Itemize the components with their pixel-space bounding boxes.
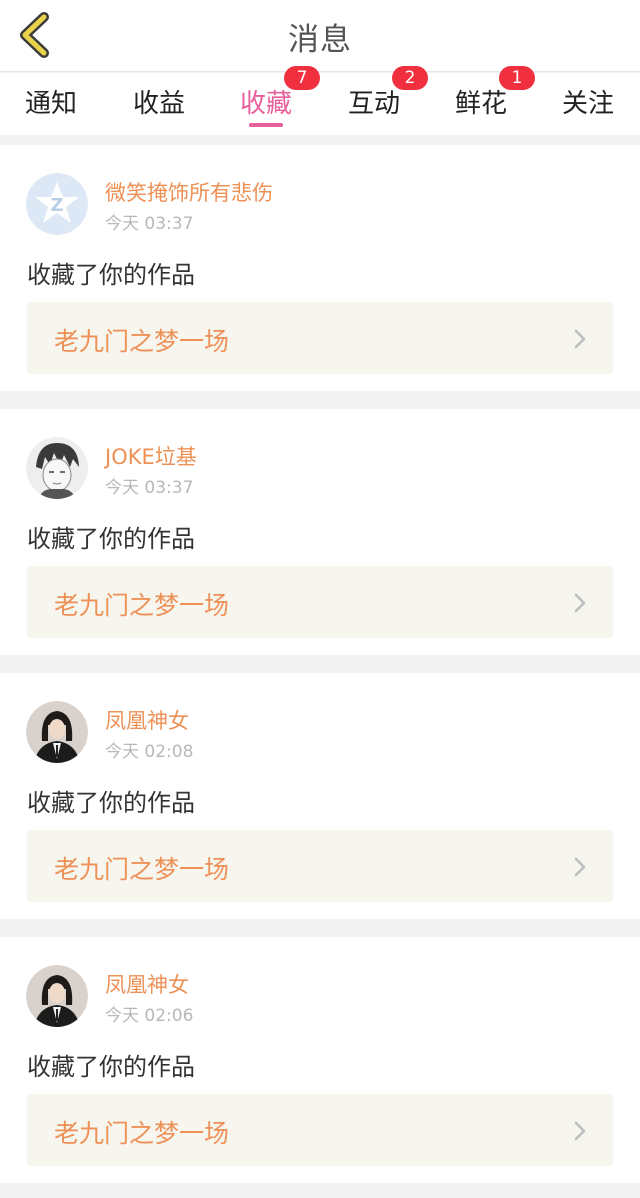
username[interactable]: 凤凰神女	[105, 969, 189, 999]
tab-badge: 7	[284, 66, 320, 90]
username[interactable]: 凤凰神女	[105, 705, 189, 735]
work-link[interactable]: 老九门之梦一场	[27, 566, 613, 638]
message-card: Z 微笑掩饰所有悲伤 今天 03:37 收藏了你的作品 老九门之梦一场	[0, 145, 640, 391]
timestamp: 今天 03:37	[105, 478, 194, 498]
photo-portrait-avatar	[26, 701, 88, 763]
work-title: 老九门之梦一场	[54, 855, 230, 884]
action-text: 收藏了你的作品	[27, 261, 195, 289]
tab-badge: 2	[392, 66, 428, 90]
tab-earnings[interactable]: 收益	[105, 73, 213, 135]
tab-bar: 通知 收益 收藏 7 互动 2 鲜花 1 关注	[0, 66, 640, 135]
active-tab-indicator	[249, 123, 283, 127]
work-link[interactable]: 老九门之梦一场	[27, 302, 613, 374]
page-title: 消息	[288, 22, 352, 58]
default-avatar-icon: Z	[26, 173, 88, 235]
timestamp: 今天 03:37	[105, 214, 194, 234]
message-card: JOKE垃基 今天 03:37 收藏了你的作品 老九门之梦一场	[0, 409, 640, 655]
svg-text:Z: Z	[50, 195, 63, 216]
work-title: 老九门之梦一场	[54, 327, 230, 356]
action-text: 收藏了你的作品	[27, 1053, 195, 1081]
username[interactable]: 微笑掩饰所有悲伤	[105, 177, 273, 207]
sketch-portrait-avatar	[26, 437, 88, 499]
timestamp: 今天 02:06	[105, 1006, 194, 1026]
tab-label: 收益	[132, 89, 185, 119]
work-link[interactable]: 老九门之梦一场	[27, 1094, 613, 1166]
chevron-right-icon	[574, 329, 586, 349]
work-link[interactable]: 老九门之梦一场	[27, 830, 613, 902]
message-card: 凤凰神女 今天 02:06 收藏了你的作品 老九门之梦一场	[0, 937, 640, 1183]
tab-badge: 1	[499, 66, 535, 90]
chevron-right-icon	[574, 1121, 586, 1141]
work-title: 老九门之梦一场	[54, 591, 230, 620]
tab-flowers[interactable]: 鲜花 1	[427, 66, 535, 135]
work-title: 老九门之梦一场	[54, 1119, 230, 1148]
timestamp: 今天 02:08	[105, 742, 194, 762]
avatar[interactable]: Z	[26, 173, 88, 235]
chevron-right-icon	[574, 593, 586, 613]
tab-favorites[interactable]: 收藏 7	[212, 66, 320, 135]
action-text: 收藏了你的作品	[27, 525, 195, 553]
tab-label: 通知	[24, 89, 77, 119]
avatar[interactable]	[26, 701, 88, 763]
avatar[interactable]	[26, 437, 88, 499]
action-text: 收藏了你的作品	[27, 789, 195, 817]
tab-interactions[interactable]: 互动 2	[320, 66, 428, 135]
tab-notifications[interactable]: 通知	[0, 73, 105, 135]
username[interactable]: JOKE垃基	[105, 441, 197, 471]
avatar[interactable]	[26, 965, 88, 1027]
message-card: 凤凰神女 今天 02:08 收藏了你的作品 老九门之梦一场	[0, 673, 640, 919]
chevron-right-icon	[574, 857, 586, 877]
photo-portrait-avatar	[26, 965, 88, 1027]
tab-label: 关注	[561, 89, 614, 119]
tab-follows[interactable]: 关注	[534, 73, 640, 135]
top-bar: 消息	[0, 0, 640, 72]
